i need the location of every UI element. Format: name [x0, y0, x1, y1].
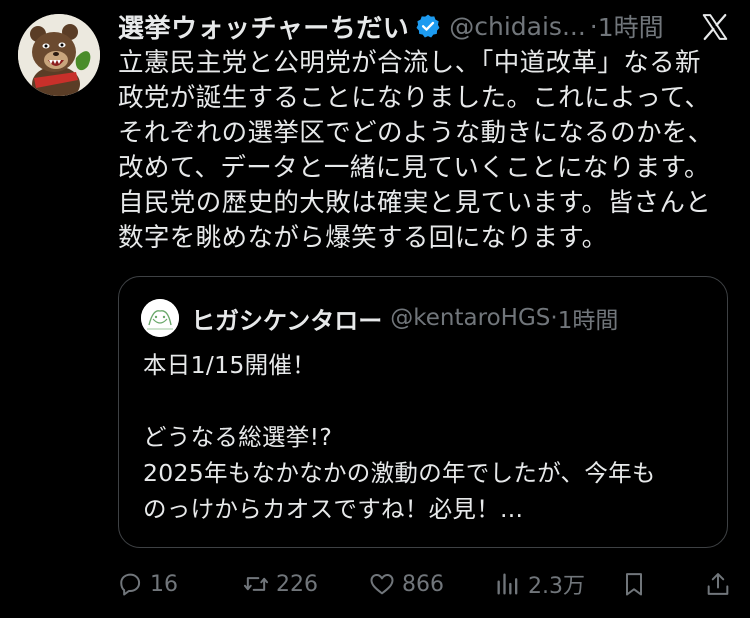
repost-button[interactable]: 226	[242, 566, 318, 602]
reply-button[interactable]: 16	[116, 566, 178, 602]
views-icon	[497, 573, 518, 595]
quote-timestamp[interactable]: 1時間	[558, 301, 619, 335]
quoted-tweet-card[interactable]: ヒガシケンタロー @kentaroHGS · 1時間 本日1/15開催！ どうな…	[118, 276, 728, 548]
views-button[interactable]: 2.3万	[494, 566, 585, 602]
heart-icon	[370, 574, 394, 595]
view-count: 2.3万	[528, 574, 585, 599]
like-count: 866	[402, 571, 444, 597]
tweet-text: 立憲民主党と公明党が合流し、「中道改革」なる新 政党が誕生することになりました。…	[118, 48, 714, 253]
quote-header: ヒガシケンタロー @kentaroHGS · 1時間	[191, 299, 618, 337]
like-button[interactable]: 866	[368, 566, 444, 602]
quote-header-separator: ·	[550, 305, 558, 331]
bear-avatar-icon	[18, 14, 100, 96]
x-logo-icon	[700, 12, 730, 42]
quote-author-avatar	[141, 299, 179, 337]
quote-author-name[interactable]: ヒガシケンタロー	[191, 301, 382, 336]
share-button[interactable]	[704, 566, 732, 602]
bookmark-icon	[626, 573, 642, 596]
tweet-timestamp[interactable]: 1時間	[598, 8, 664, 44]
author-display-name[interactable]: 選挙ウォッチャーちだい	[118, 8, 409, 45]
repost-count: 226	[276, 571, 318, 597]
tweet-header: 選挙ウォッチャーちだい @chidais... · 1時間	[118, 6, 730, 46]
repost-icon	[243, 577, 269, 591]
share-icon	[707, 573, 729, 595]
author-handle[interactable]: @chidais...	[449, 12, 586, 41]
author-avatar[interactable]	[18, 14, 100, 96]
bookmark-button[interactable]	[620, 566, 648, 602]
quote-text: 本日1/15開催！ どうなる総選挙!? 2025年もなかなかの激動の年でしたが、…	[143, 351, 656, 523]
tweet-action-bar: 16 226 866 2.3万	[116, 566, 736, 602]
sketch-avatar-icon	[141, 299, 179, 337]
reply-icon	[120, 573, 141, 596]
verified-badge-icon	[415, 13, 441, 39]
header-separator: ·	[589, 11, 598, 41]
reply-count: 16	[150, 571, 178, 597]
quote-author-handle[interactable]: @kentaroHGS	[390, 305, 550, 331]
